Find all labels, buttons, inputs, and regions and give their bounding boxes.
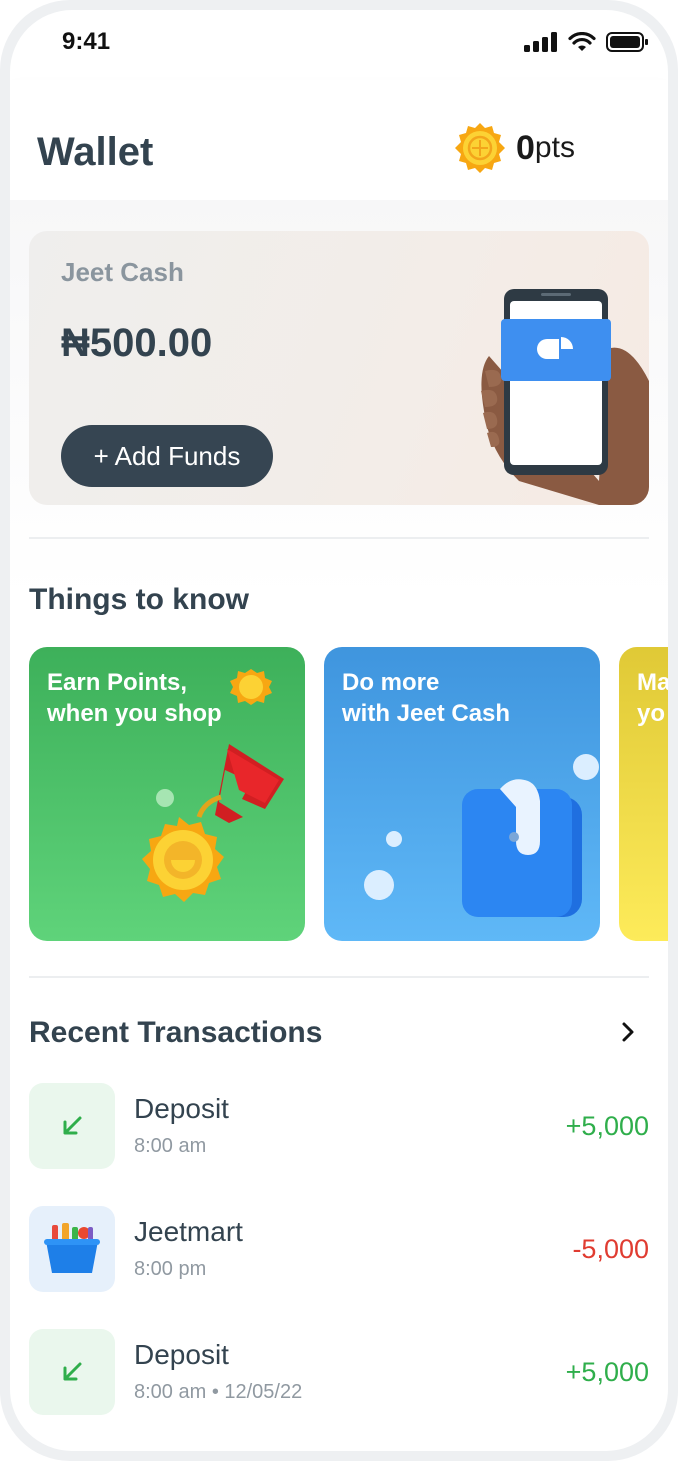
status-icons <box>524 32 648 52</box>
header: Wallet 0 pts <box>10 80 668 200</box>
card-jeet-cash-text: Do more with Jeet Cash <box>342 669 511 727</box>
transaction-name: Deposit <box>134 1093 229 1124</box>
transaction-name: Deposit <box>134 1339 229 1370</box>
battery-icon <box>606 32 648 52</box>
signal-icon <box>524 32 557 52</box>
transaction-icon-box <box>29 1329 115 1415</box>
coin-icon <box>455 123 505 173</box>
divider <box>29 537 649 539</box>
arrow-down-left-icon <box>63 1116 82 1135</box>
points-unit: pts <box>534 131 575 164</box>
transaction-row[interactable]: Deposit 8:00 am +5,000 <box>29 1083 649 1171</box>
things-to-know-title: Things to know <box>29 583 249 616</box>
device-frame: 9:41 Wallet 0 pts Jeet Cash ₦500.00 + Ad… <box>0 0 678 1461</box>
transaction-time: 8:00 am <box>134 1135 207 1157</box>
wifi-icon <box>568 32 596 51</box>
transaction-amount: +5,000 <box>565 1357 649 1387</box>
cash-label: Jeet Cash <box>61 257 184 287</box>
transaction-row[interactable]: Jeetmart 8:00 pm -5,000 <box>29 1206 649 1294</box>
points-badge[interactable]: 0 pts <box>454 122 575 174</box>
info-card-jeet-cash[interactable]: Do more with Jeet Cash <box>324 647 600 941</box>
chevron-right-icon[interactable] <box>614 1018 642 1046</box>
divider <box>29 976 649 978</box>
transaction-amount: +5,000 <box>565 1111 649 1141</box>
arrow-down-left-icon <box>63 1362 82 1381</box>
status-bar: 9:41 <box>10 10 668 80</box>
transaction-icon-box <box>29 1206 115 1292</box>
transaction-row[interactable]: Deposit 8:00 am • 12/05/22 +5,000 <box>29 1329 649 1417</box>
transaction-time: 8:00 am • 12/05/22 <box>134 1381 303 1403</box>
cash-balance: ₦500.00 <box>61 321 213 365</box>
recent-transactions-title: Recent Transactions <box>29 1016 323 1049</box>
shopping-basket-icon <box>44 1223 100 1273</box>
status-time: 9:41 <box>62 28 111 55</box>
info-card-earn-points[interactable]: Earn Points, when you shop <box>29 647 305 941</box>
transaction-time: 8:00 pm <box>134 1258 207 1280</box>
card-earn-points-text: Earn Points, when you shop <box>47 669 222 727</box>
transaction-name: Jeetmart <box>134 1216 243 1247</box>
points-value: 0 <box>516 128 535 167</box>
add-funds-button[interactable]: + Add Funds <box>61 425 273 487</box>
phone-in-hand-illustration <box>481 289 649 505</box>
info-card-third[interactable]: Ma yo <box>619 647 668 941</box>
page-title: Wallet <box>37 130 154 174</box>
jeet-cash-card: Jeet Cash ₦500.00 + Add Funds <box>29 231 649 505</box>
screen: 9:41 Wallet 0 pts Jeet Cash ₦500.00 + Ad… <box>10 10 668 1451</box>
card-third-text: Ma yo <box>637 669 668 727</box>
transaction-amount: -5,000 <box>572 1234 649 1264</box>
transaction-icon-box <box>29 1083 115 1169</box>
